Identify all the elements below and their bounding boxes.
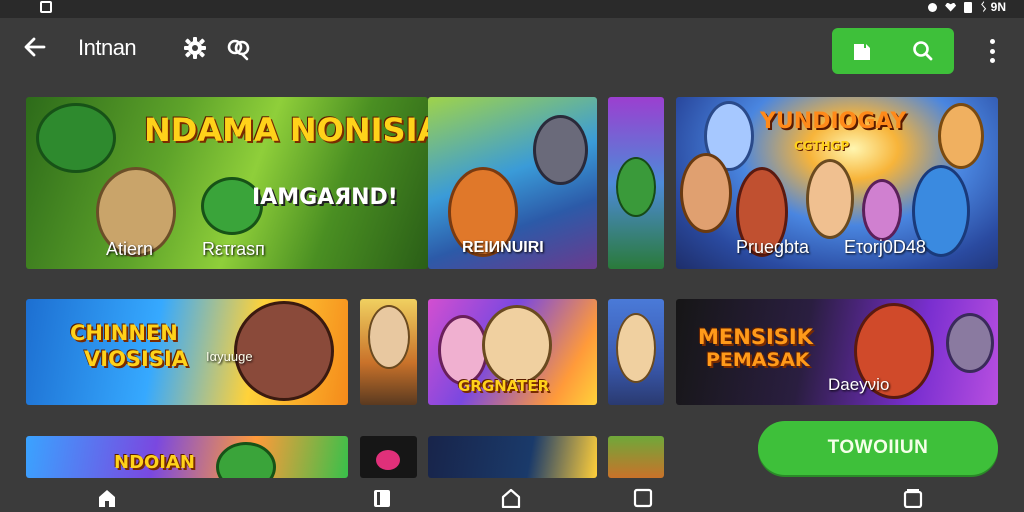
tile-title-line1: CHINNEN <box>70 321 178 345</box>
app-screen: ᛊ 9N Intnan NDAMA NONISIA IAMGAЯND! Atie… <box>0 0 1024 512</box>
game-tile[interactable]: GRGNATER <box>428 299 597 405</box>
system-nav-bar <box>0 480 1024 512</box>
tile-subtitle: CGTHGP <box>794 139 850 153</box>
battery-icon <box>964 1 973 13</box>
action-button-group[interactable] <box>832 28 954 74</box>
bookmark-icon[interactable] <box>851 39 873 63</box>
kebab-menu-icon[interactable] <box>983 38 1001 64</box>
creature-figure <box>216 442 276 478</box>
tile-caption: Atiern <box>106 239 154 259</box>
house-outline-icon[interactable] <box>500 488 522 509</box>
tile-title-line1: MENSISIK <box>698 325 813 349</box>
recents-icon[interactable] <box>902 488 924 509</box>
wifi-icon <box>945 2 957 12</box>
home-icon[interactable] <box>96 488 118 508</box>
status-text: ᛊ 9N <box>980 0 1006 14</box>
tile-subtitle: IAMGAЯND! <box>252 185 398 210</box>
status-bar: ᛊ 9N <box>0 0 1024 18</box>
character-figure <box>376 450 400 470</box>
character-figure <box>938 103 984 169</box>
game-tile[interactable]: MENSISIK PEMASAK Daeyνio <box>676 299 998 405</box>
search-icon[interactable] <box>911 39 935 63</box>
gear-icon[interactable] <box>182 35 208 61</box>
notification-icon <box>40 1 52 13</box>
game-tile-narrow[interactable] <box>608 97 664 269</box>
tile-caption: GRGNATER <box>458 377 550 395</box>
link-icon[interactable] <box>224 35 252 61</box>
tile-caption: Daeyνio <box>828 375 890 394</box>
character-figure <box>438 315 488 385</box>
primary-action-button[interactable]: TOWOIIUN <box>758 421 998 475</box>
tile-caption: REIИNUIRI <box>462 239 544 256</box>
character-figure <box>368 305 410 369</box>
game-tile-narrow[interactable] <box>360 436 417 478</box>
game-tile-narrow[interactable] <box>608 436 664 478</box>
game-tile[interactable]: NDOIAN <box>26 436 348 478</box>
game-tile[interactable] <box>428 436 597 478</box>
character-figure <box>533 115 588 185</box>
app-title: Intnan <box>78 35 137 60</box>
tile-title: NDOIAN <box>114 452 195 473</box>
tile-caption: Pruegbta <box>736 237 810 257</box>
tile-title-line2: VIOSISIA <box>84 347 189 371</box>
character-figure <box>616 313 656 383</box>
tile-title: YUNDIOGAY <box>760 109 907 134</box>
game-tile-featured[interactable]: NDAMA NONISIA IAMGAЯND! Atiern Rετrasп <box>26 97 428 269</box>
tile-caption: Rετrasп <box>202 239 265 259</box>
app-bar: Intnan <box>0 18 1024 82</box>
tile-title-line2: PEMASAK <box>706 349 810 371</box>
game-tile-narrow[interactable] <box>360 299 417 405</box>
square-icon[interactable] <box>632 488 654 508</box>
tile-title: NDAMA NONISIA <box>144 111 428 149</box>
book-icon[interactable] <box>371 488 393 508</box>
tile-caption: Ετοrj0D48 <box>844 237 926 257</box>
creature-figure <box>36 103 116 173</box>
character-figure <box>946 313 994 373</box>
tile-caption: Iαyuuge <box>206 349 253 364</box>
character-figure <box>616 157 656 217</box>
character-figure <box>680 153 732 233</box>
back-arrow-icon[interactable] <box>22 34 48 60</box>
signal-icon <box>928 2 938 12</box>
game-tile-narrow[interactable] <box>608 299 664 405</box>
character-figure <box>806 159 854 239</box>
status-icons: ᛊ 9N <box>928 0 1006 14</box>
game-tile[interactable]: REIИNUIRI <box>428 97 597 269</box>
character-figure <box>482 305 552 385</box>
game-tile[interactable]: CHINNEN VIOSISIA Iαyuuge <box>26 299 348 405</box>
game-tile-featured[interactable]: YUNDIOGAY CGTHGP Pruegbta Ετοrj0D48 <box>676 97 998 269</box>
character-figure <box>862 179 902 241</box>
